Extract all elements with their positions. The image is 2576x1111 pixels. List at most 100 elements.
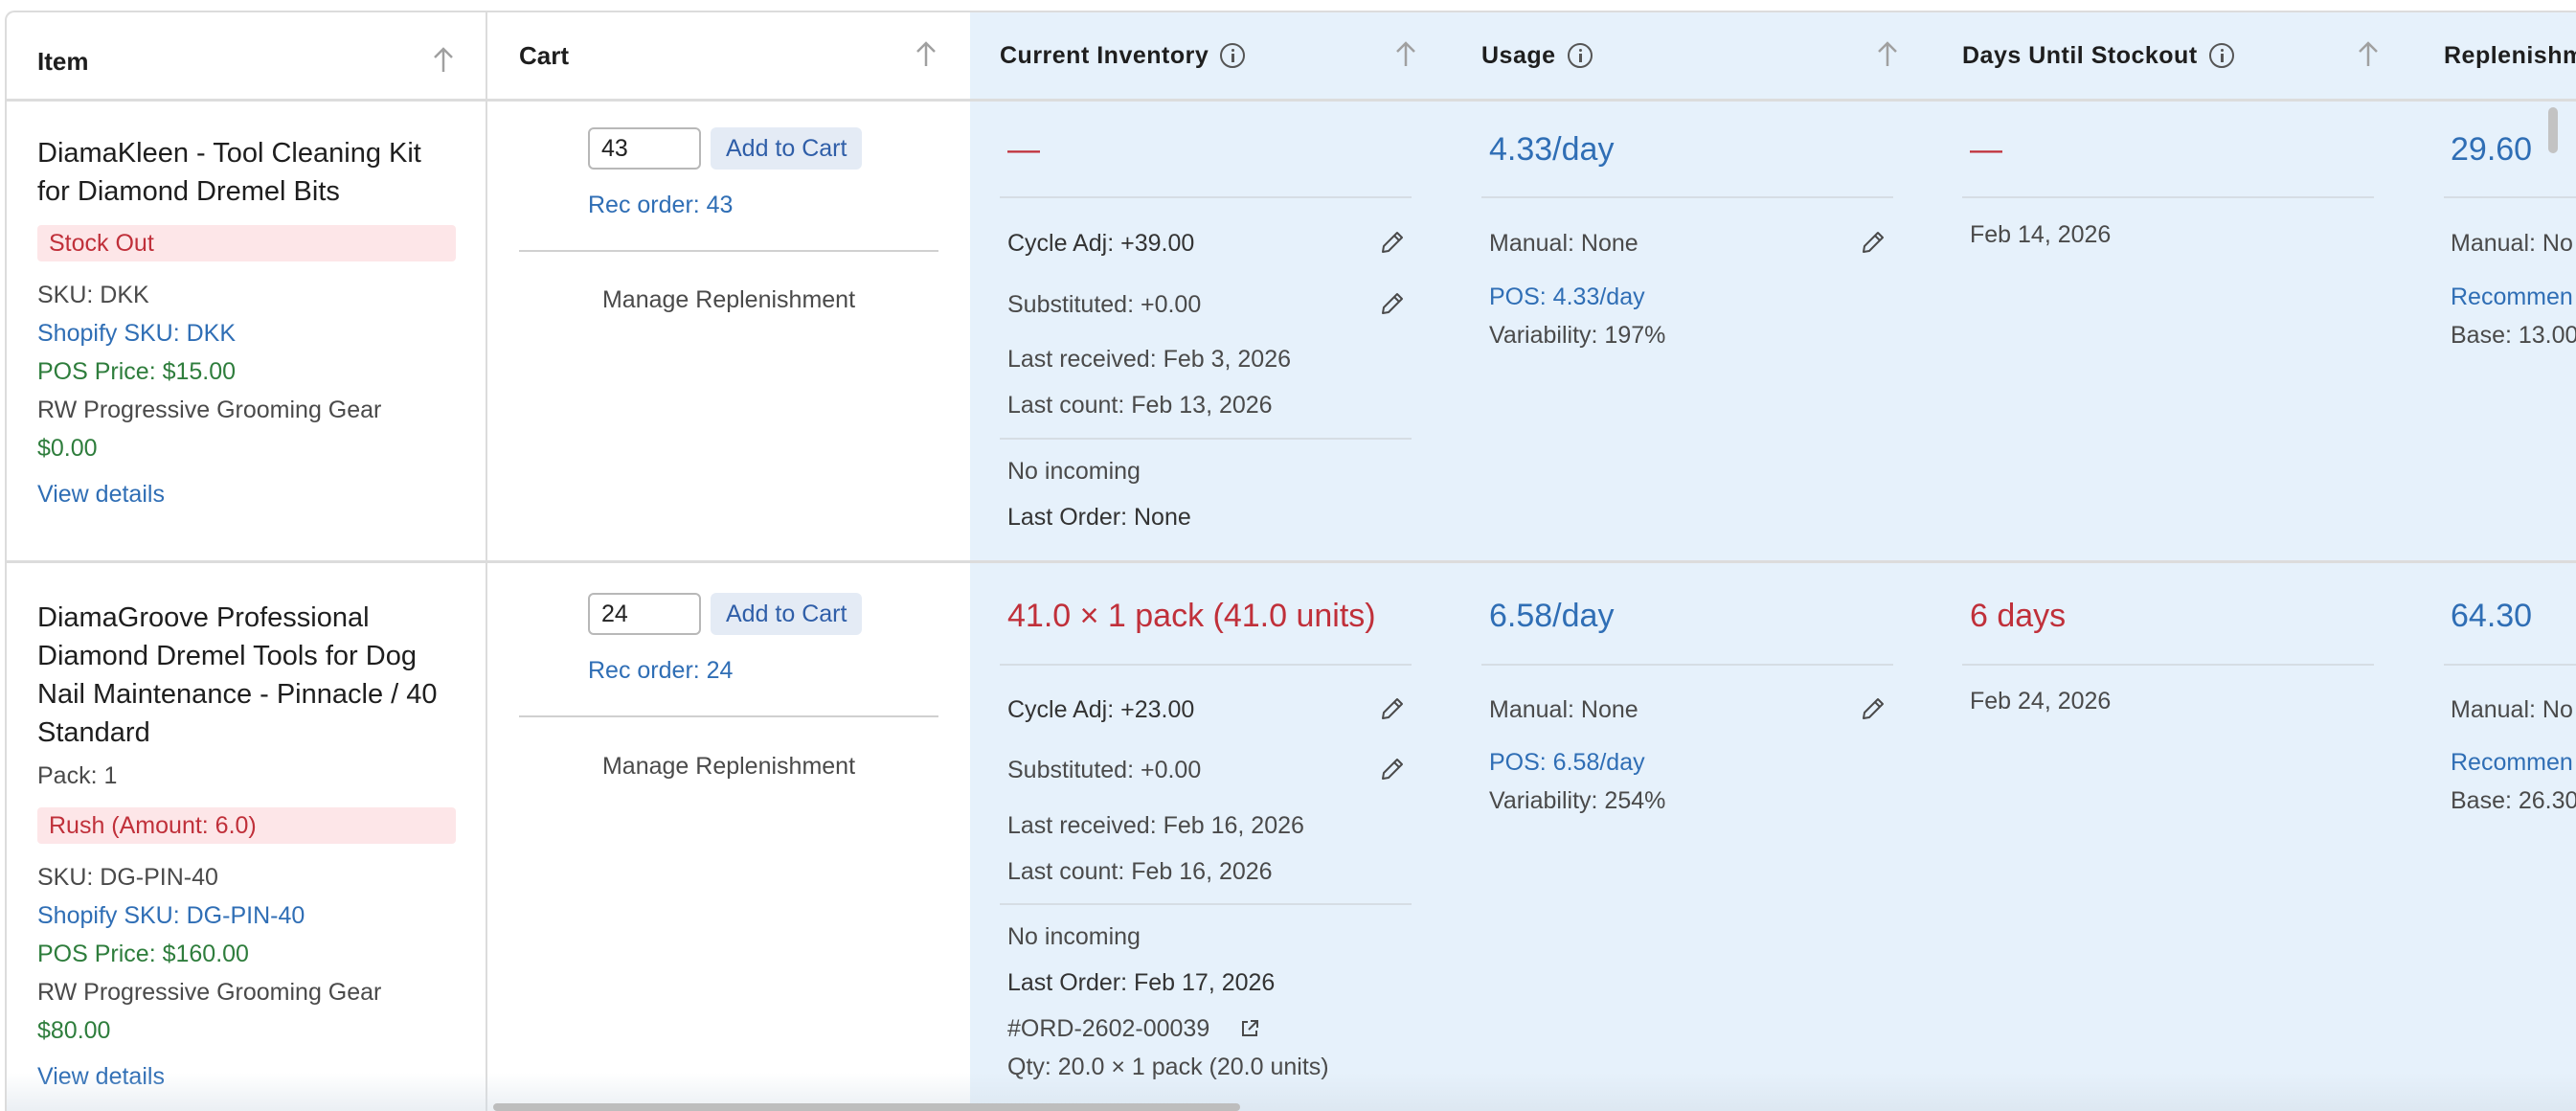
status-badge: Stock Out [37, 225, 456, 261]
item-pack: Pack: 1 [37, 762, 118, 789]
inventory-value: — [1007, 131, 1040, 168]
manage-replenishment-link[interactable]: Manage Replenishment [519, 285, 938, 314]
usage-value: 6.58/day [1489, 598, 1615, 634]
scroll-fade [7, 1073, 2576, 1111]
sort-arrow-icon[interactable] [913, 39, 939, 70]
pencil-icon[interactable] [1378, 694, 1407, 723]
manual-usage: Manual: None [1489, 696, 1638, 723]
cycle-adj: Cycle Adj: +23.00 [1007, 696, 1195, 723]
sort-arrow-icon[interactable] [2355, 39, 2382, 70]
days-divider [1962, 664, 2374, 666]
info-icon[interactable] [1220, 43, 1246, 68]
pencil-icon[interactable] [1378, 755, 1407, 783]
sort-arrow-icon[interactable] [1392, 39, 1419, 70]
replenishment-base: Base: 26.30 [2451, 787, 2576, 814]
inventory-divider [1000, 903, 1412, 905]
days-divider [1962, 196, 2374, 198]
cart-divider [519, 715, 938, 717]
usage-divider [1481, 664, 1893, 666]
cycle-adj: Cycle Adj: +39.00 [1007, 230, 1195, 257]
item-title: DiamaGroove Professional Diamond Dremel … [37, 602, 438, 748]
sort-arrow-icon[interactable] [1874, 39, 1901, 70]
replenishment-value: 64.30 [2451, 598, 2533, 634]
vertical-scrollbar[interactable] [2548, 107, 2558, 153]
cart-divider [519, 250, 938, 252]
column-header-cart-label: Cart [519, 40, 570, 70]
last-received: Last received: Feb 16, 2026 [1007, 812, 1304, 839]
incoming-status: No incoming [1007, 458, 1141, 485]
cart-quantity-input[interactable] [588, 127, 701, 170]
manage-replenishment-link[interactable]: Manage Replenishment [519, 752, 938, 781]
inventory-table: Item Cart Current Inventory Usage Days U… [5, 11, 2576, 1111]
table-header: Item Cart Current Inventory Usage Days U… [7, 12, 2576, 102]
pos-usage: POS: 4.33/day [1489, 283, 1645, 310]
column-header-item-label: Item [37, 46, 89, 76]
replenishment-recommended[interactable]: Recommen [2451, 748, 2573, 777]
replenishment-value: 29.60 [2451, 131, 2533, 168]
item-pos-price: POS Price: $160.00 [37, 941, 249, 967]
pencil-icon[interactable] [1859, 694, 1887, 723]
last-count: Last count: Feb 16, 2026 [1007, 858, 1273, 885]
column-header-days-until-stockout[interactable]: Days Until Stockout [1962, 12, 2234, 99]
sort-arrow-icon[interactable] [430, 45, 457, 76]
cart-quantity-input[interactable] [588, 593, 701, 635]
rec-order-link[interactable]: Rec order: 24 [588, 656, 733, 685]
info-icon[interactable] [2208, 43, 2234, 68]
row-divider [7, 560, 2576, 563]
days-until-stockout: 6 days [1970, 598, 2067, 634]
pencil-icon[interactable] [1859, 228, 1887, 257]
column-header-replenishment-label: Replenishm [2444, 41, 2576, 69]
item-cost: $80.00 [37, 1017, 111, 1044]
pos-usage: POS: 6.58/day [1489, 749, 1645, 776]
last-received: Last received: Feb 3, 2026 [1007, 346, 1292, 373]
replenishment-manual: Manual: No [2451, 230, 2573, 257]
replenishment-divider [2444, 664, 2576, 666]
external-link-icon[interactable] [1239, 1018, 1260, 1039]
rec-order-link[interactable]: Rec order: 43 [588, 191, 733, 219]
order-id-link[interactable]: #ORD-2602-00039 [1007, 1014, 1209, 1043]
replenishment-manual: Manual: No [2451, 696, 2573, 723]
last-count: Last count: Feb 13, 2026 [1007, 392, 1273, 419]
days-until-stockout: — [1970, 131, 2002, 168]
inventory-divider [1000, 196, 1412, 198]
column-header-cart[interactable]: Cart [519, 12, 902, 99]
horizontal-scrollbar[interactable] [493, 1103, 1240, 1111]
last-order: Last Order: Feb 17, 2026 [1007, 969, 1276, 996]
column-header-days-label: Days Until Stockout [1962, 41, 2198, 69]
pencil-icon[interactable] [1378, 228, 1407, 257]
usage-divider [1481, 196, 1893, 198]
item-cost: $0.00 [37, 435, 98, 462]
add-to-cart-button[interactable]: Add to Cart [711, 127, 863, 170]
substituted: Substituted: +0.00 [1007, 757, 1202, 783]
info-icon[interactable] [1567, 43, 1593, 68]
view-details-link[interactable]: View details [37, 480, 165, 509]
column-header-replenishment[interactable]: Replenishm [2444, 12, 2576, 99]
replenishment-divider [2444, 196, 2576, 198]
replenishment-base: Base: 13.00 [2451, 322, 2576, 349]
usage-value: 4.33/day [1489, 131, 1615, 168]
column-header-item[interactable]: Item [37, 18, 459, 104]
manual-usage: Manual: None [1489, 230, 1638, 257]
item-vendor: RW Progressive Grooming Gear [37, 979, 382, 1006]
last-order: Last Order: None [1007, 504, 1191, 531]
inventory-value: 41.0 × 1 pack (41.0 units) [1007, 598, 1376, 634]
column-header-inventory[interactable]: Current Inventory [1000, 12, 1246, 99]
column-header-usage[interactable]: Usage [1481, 12, 1593, 99]
inventory-divider [1000, 438, 1412, 440]
column-header-inventory-label: Current Inventory [1000, 41, 1209, 69]
incoming-status: No incoming [1007, 923, 1141, 950]
replenishment-recommended[interactable]: Recommen [2451, 283, 2573, 311]
status-badge: Rush (Amount: 6.0) [37, 807, 456, 844]
item-vendor: RW Progressive Grooming Gear [37, 397, 382, 423]
item-shopify-sku[interactable]: Shopify SKU: DG-PIN-40 [37, 901, 305, 930]
stockout-date: Feb 24, 2026 [1970, 688, 2112, 714]
item-sku: SKU: DG-PIN-40 [37, 864, 218, 891]
pencil-icon[interactable] [1378, 289, 1407, 318]
inventory-divider [1000, 664, 1412, 666]
variability: Variability: 197% [1489, 322, 1666, 349]
add-to-cart-button[interactable]: Add to Cart [711, 593, 863, 635]
item-pos-price: POS Price: $15.00 [37, 358, 237, 385]
item-shopify-sku[interactable]: Shopify SKU: DKK [37, 319, 236, 348]
item-sku: SKU: DKK [37, 282, 149, 308]
item-title: DiamaKleen - Tool Cleaning Kit for Diamo… [37, 138, 421, 207]
